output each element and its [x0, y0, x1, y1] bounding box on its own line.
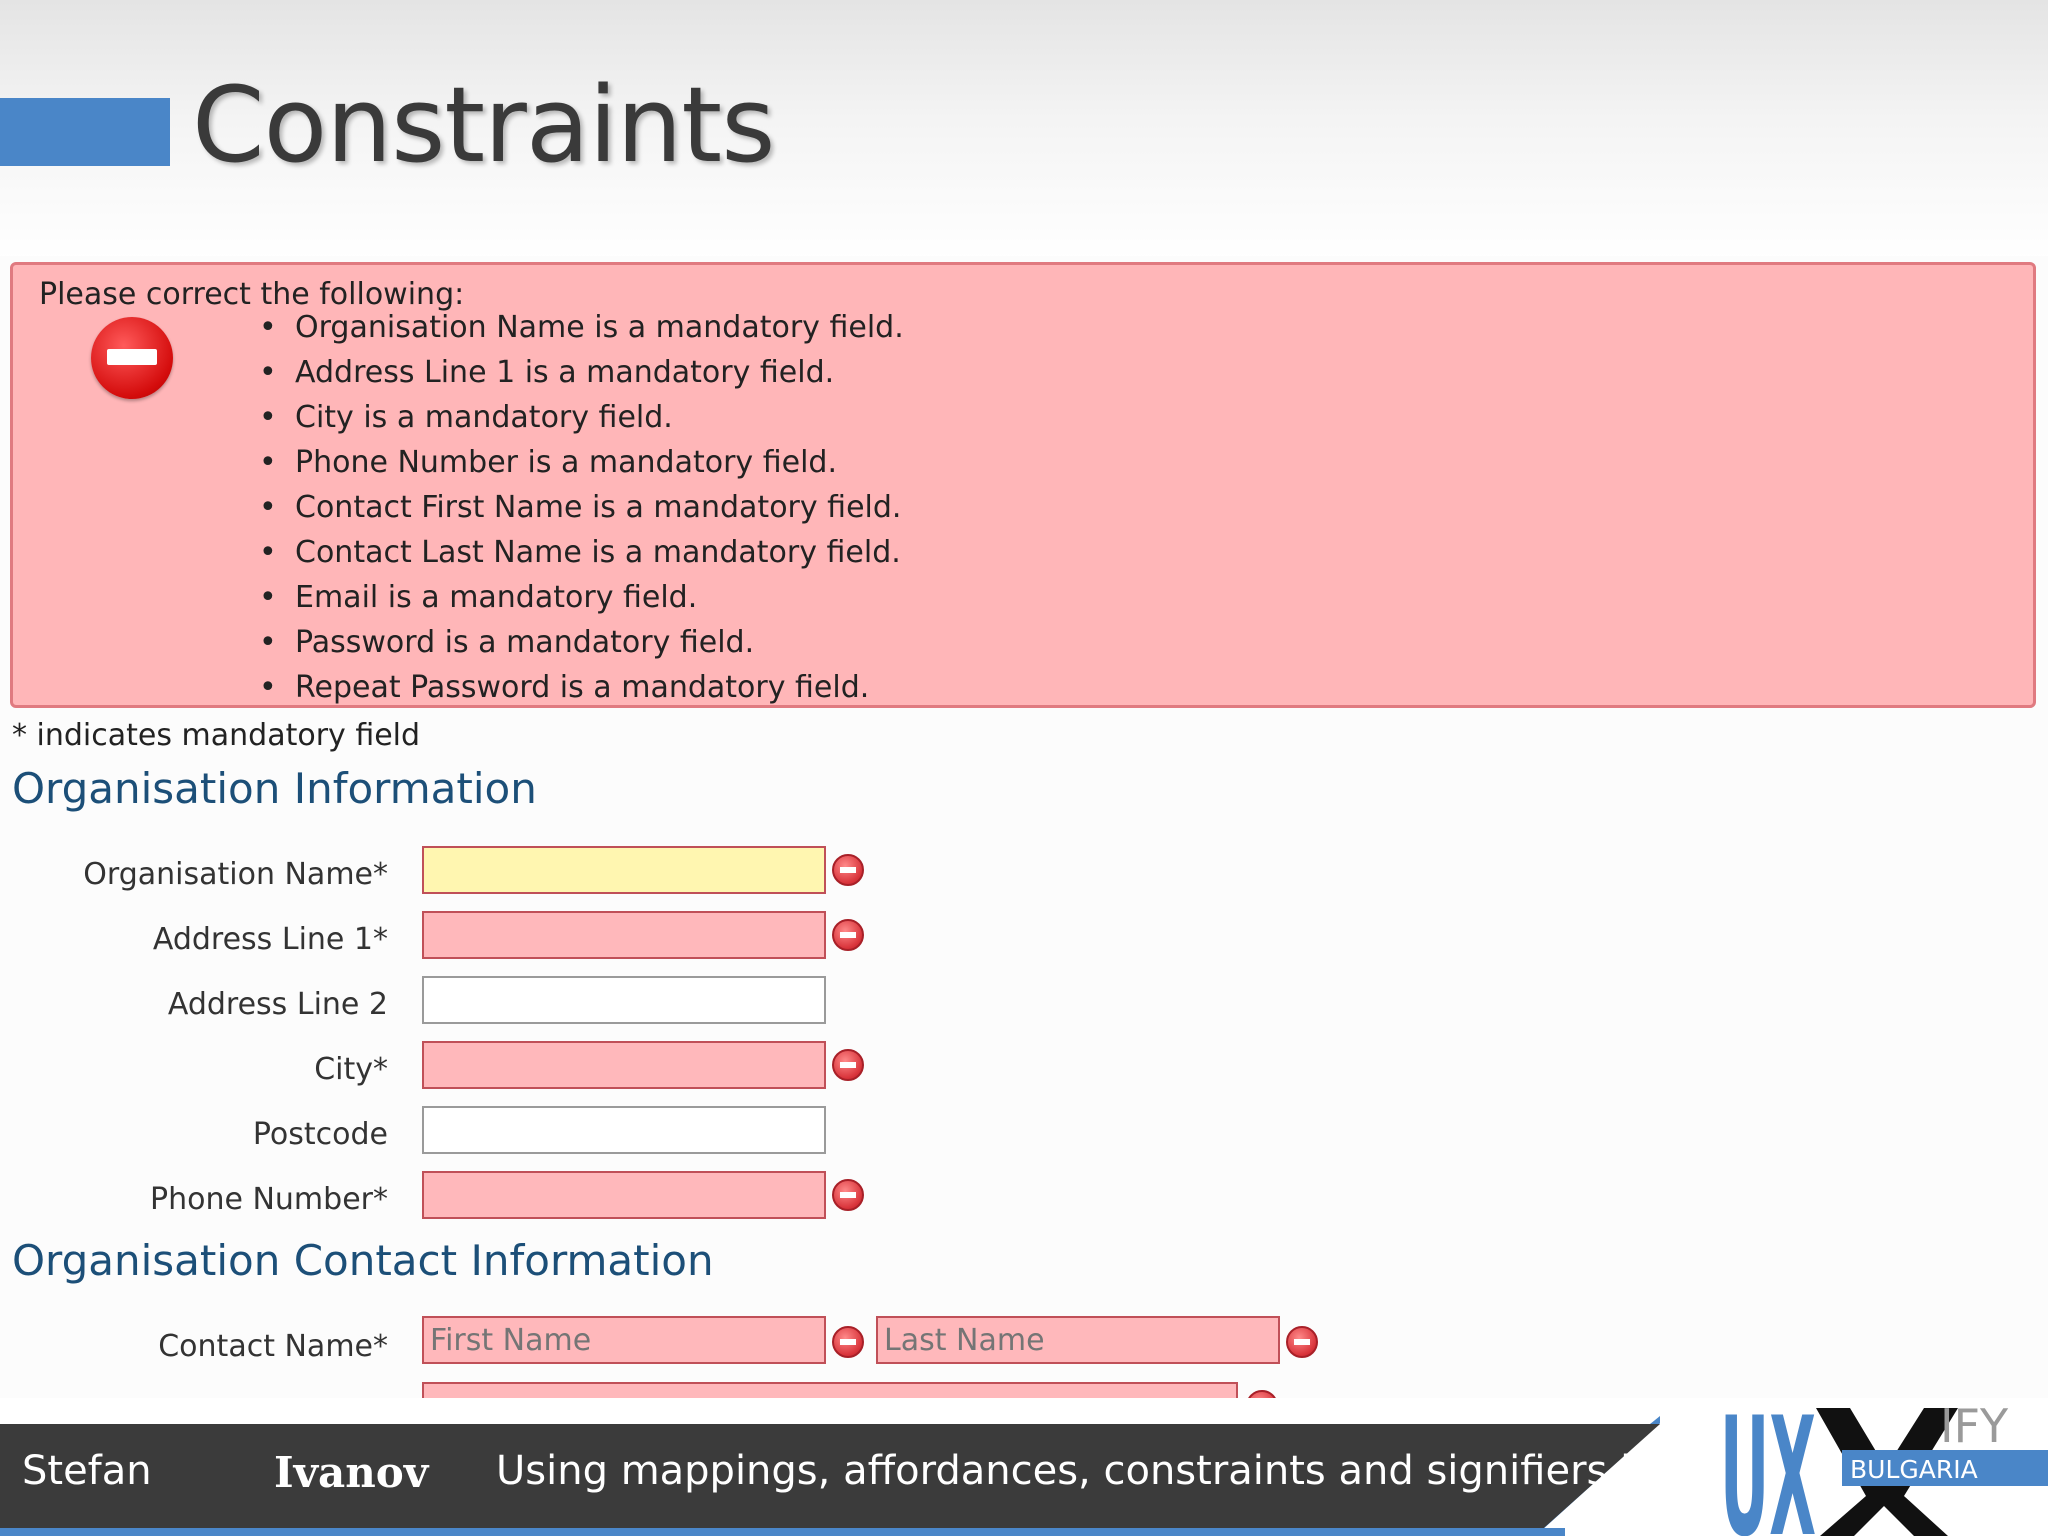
- error-item: Address Line 1 is a mandatory field.: [259, 350, 904, 395]
- slide-title: Constraints: [192, 64, 775, 186]
- slide-footer: Stefan Ivanov Using mappings, affordance…: [0, 1398, 2048, 1536]
- error-list: Organisation Name is a mandatory field. …: [259, 305, 904, 710]
- field-label-phone-number: Phone Number*: [150, 1182, 388, 1217]
- error-icon: [832, 919, 864, 951]
- error-summary: Please correct the following: Organisati…: [10, 262, 2036, 708]
- section-heading-organisation: Organisation Information: [12, 764, 537, 813]
- error-item: City is a mandatory field.: [259, 395, 904, 440]
- error-item: Email is a mandatory field.: [259, 575, 904, 620]
- contact-first-name-input[interactable]: [422, 1316, 826, 1364]
- speaker-last-name: Ivanov: [274, 1448, 429, 1497]
- address-line-2-input[interactable]: [422, 976, 826, 1024]
- title-accent-bar: [0, 98, 170, 166]
- footer-underline: [0, 1528, 1565, 1536]
- address-line-1-input[interactable]: [422, 911, 826, 959]
- field-label-postcode: Postcode: [252, 1117, 388, 1152]
- form-screenshot: Please correct the following: Organisati…: [0, 256, 2048, 1398]
- uxify-logo: UX IFY BULGARIA: [1720, 1398, 2048, 1536]
- section-heading-contact: Organisation Contact Information: [12, 1236, 714, 1285]
- error-item: Password is a mandatory field.: [259, 620, 904, 665]
- organisation-name-input[interactable]: [422, 846, 826, 894]
- error-item: Organisation Name is a mandatory field.: [259, 305, 904, 350]
- error-item: Repeat Password is a mandatory field.: [259, 665, 904, 710]
- contact-last-name-input[interactable]: [876, 1316, 1280, 1364]
- talk-title: Using mappings, affordances, constraints…: [496, 1448, 1726, 1494]
- stop-icon: [91, 317, 173, 399]
- error-item: Contact Last Name is a mandatory field.: [259, 530, 904, 575]
- error-item: Contact First Name is a mandatory field.: [259, 485, 904, 530]
- phone-number-input[interactable]: [422, 1171, 826, 1219]
- error-icon: [832, 1049, 864, 1081]
- error-icon: [1246, 1390, 1278, 1398]
- field-label-address-line-2: Address Line 2: [167, 987, 388, 1022]
- field-label-address-line-1: Address Line 1*: [152, 922, 388, 957]
- postcode-input[interactable]: [422, 1106, 826, 1154]
- logo-u: UX: [1720, 1398, 1816, 1536]
- error-icon: [832, 1179, 864, 1211]
- error-icon: [832, 1326, 864, 1358]
- email-input-partial[interactable]: [422, 1382, 1238, 1398]
- error-icon: [832, 854, 864, 886]
- field-label-contact-name: Contact Name*: [158, 1329, 388, 1364]
- mandatory-note: * indicates mandatory field: [12, 718, 421, 753]
- error-item: Phone Number is a mandatory field.: [259, 440, 904, 485]
- speaker-first-name: Stefan: [22, 1448, 152, 1494]
- logo-country: BULGARIA: [1850, 1455, 1978, 1484]
- logo-ify: IFY: [1940, 1399, 2009, 1453]
- error-icon: [1286, 1326, 1318, 1358]
- field-label-organisation-name: Organisation Name*: [83, 857, 388, 892]
- city-input[interactable]: [422, 1041, 826, 1089]
- field-label-city: City*: [314, 1052, 388, 1087]
